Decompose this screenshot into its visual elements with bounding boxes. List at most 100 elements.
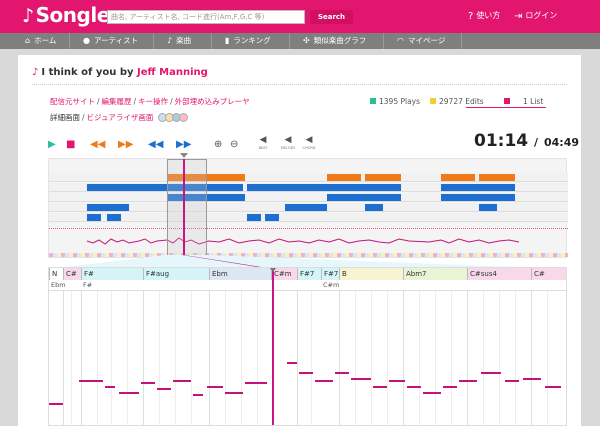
nav-songs[interactable]: ♪ 楽曲 — [160, 33, 212, 49]
melody-note[interactable] — [373, 386, 387, 388]
melody-note[interactable] — [119, 392, 139, 394]
repeat-segment[interactable] — [247, 184, 401, 191]
melody-note[interactable] — [299, 372, 313, 374]
visualizer-link[interactable]: ビジュアライザ画面 — [87, 113, 154, 122]
nav-ranking[interactable]: ▮ ランキング — [218, 33, 290, 49]
melody-note[interactable] — [459, 380, 477, 382]
melody-note[interactable] — [523, 378, 541, 380]
piano-roll[interactable]: N C# F# F#aug Ebm C#m F#7 F#7 B Abm7 C#s… — [48, 267, 567, 426]
melody-note[interactable] — [173, 380, 191, 382]
chorus-segment[interactable] — [327, 174, 361, 181]
melody-note[interactable] — [481, 372, 501, 374]
search-input[interactable] — [107, 10, 305, 24]
playhead-marker-icon[interactable] — [180, 153, 188, 158]
chord-label[interactable]: C#sus4 — [467, 268, 531, 280]
melody-note[interactable] — [389, 380, 405, 382]
beat-gridline — [387, 291, 388, 425]
zoom-in-button[interactable]: ⊕ — [214, 139, 222, 150]
search-button[interactable]: Search — [310, 10, 353, 24]
chord-sound-toggle[interactable]: ◀ CHORD — [300, 135, 318, 150]
playhead[interactable] — [272, 268, 274, 425]
nav-home[interactable]: ⌂ ホーム — [18, 33, 70, 49]
beat-sound-toggle[interactable]: ◀ BEAT — [256, 135, 270, 150]
repeat-segment[interactable] — [247, 214, 261, 221]
repeat-segment[interactable] — [479, 204, 497, 211]
chorus-segment[interactable] — [365, 174, 401, 181]
nav-artist[interactable]: ● アーティスト — [76, 33, 154, 49]
repeat-segment[interactable] — [87, 204, 129, 211]
repeat-segment[interactable] — [87, 214, 101, 221]
chord-label[interactable]: F#7 — [321, 268, 339, 280]
melody-note[interactable] — [545, 386, 561, 388]
chord-label[interactable]: C# — [63, 268, 81, 280]
melody-note[interactable] — [505, 380, 519, 382]
melody-sound-toggle[interactable]: ◀ MELODY — [278, 135, 298, 150]
prev-repeat-button[interactable]: ◀◀ — [148, 139, 163, 150]
chord-label[interactable]: Ebm — [49, 280, 66, 291]
next-chorus-button[interactable]: ▶▶ — [118, 139, 133, 150]
melody-note[interactable] — [141, 382, 155, 384]
nav-similar-graph[interactable]: ✣ 類似楽曲グラフ — [296, 33, 384, 49]
melody-note[interactable] — [193, 394, 203, 396]
zoom-out-button[interactable]: ⊖ — [230, 139, 238, 150]
repeat-segment[interactable] — [365, 204, 383, 211]
chord-label[interactable]: F#7 — [297, 268, 321, 280]
view-window-handle[interactable] — [167, 159, 207, 257]
edit-history-link[interactable]: 編集履歴 — [102, 97, 132, 106]
melody-note[interactable] — [105, 386, 115, 388]
melody-note[interactable] — [49, 403, 63, 405]
chord-label[interactable]: Ebm — [209, 268, 271, 280]
edits-stat[interactable]: 29727 Edits — [430, 97, 484, 106]
chord-label[interactable]: C#m — [321, 280, 339, 291]
artist-link[interactable]: Jeff Manning — [137, 67, 208, 78]
melody-note[interactable] — [157, 388, 171, 390]
help-link[interactable]: ? 使い方 — [468, 10, 500, 22]
repeat-segment[interactable] — [265, 214, 279, 221]
chord-label[interactable]: N — [49, 268, 63, 280]
list-stat[interactable]: 1 List — [504, 97, 543, 106]
prev-chorus-button[interactable]: ◀◀ — [90, 139, 105, 150]
beat-gridline — [127, 291, 128, 425]
stop-button[interactable]: ■ — [66, 139, 75, 150]
melody-note[interactable] — [443, 386, 457, 388]
melody-note[interactable] — [245, 382, 267, 384]
repeat-segment[interactable] — [107, 214, 121, 221]
chord-label[interactable]: F# — [81, 268, 143, 280]
chorus-segment[interactable] — [479, 174, 515, 181]
repeat-segment[interactable] — [441, 184, 515, 191]
chord-label[interactable]: F# — [81, 280, 92, 291]
repeat-segment[interactable] — [285, 204, 327, 211]
melody-note[interactable] — [225, 392, 243, 394]
login-link[interactable]: ⇥ ログイン — [514, 10, 557, 22]
melody-note[interactable] — [423, 392, 441, 394]
key-ops-link[interactable]: キー操作 — [138, 97, 168, 106]
melody-note[interactable] — [407, 386, 421, 388]
beat-gridline — [435, 291, 436, 425]
chorus-segment[interactable] — [441, 174, 475, 181]
playhead-overview[interactable] — [183, 159, 185, 257]
songle-logo[interactable]: ♪ Songle — [22, 3, 110, 27]
repeat-segment[interactable] — [327, 194, 401, 201]
source-site-link[interactable]: 配信元サイト — [50, 97, 95, 106]
melody-note[interactable] — [351, 378, 371, 380]
repeat-segment[interactable] — [441, 194, 515, 201]
chord-label[interactable]: C# — [531, 268, 566, 280]
embed-player-link[interactable]: 外部埋め込みプレーヤ — [175, 97, 250, 106]
visualizer-icons[interactable] — [157, 113, 188, 124]
melody-note[interactable] — [315, 380, 333, 382]
song-overview[interactable] — [48, 153, 568, 258]
chord-label[interactable]: Abm7 — [403, 268, 467, 280]
repeat-segment[interactable] — [87, 184, 243, 191]
melody-note[interactable] — [335, 372, 349, 374]
playhead-marker-icon[interactable] — [269, 268, 277, 272]
nav-mypage[interactable]: ◠ マイページ — [390, 33, 462, 49]
melody-note[interactable] — [79, 380, 103, 382]
beat-gridline — [339, 291, 340, 425]
play-button[interactable]: ▶ — [48, 139, 56, 150]
melody-note[interactable] — [287, 362, 297, 364]
chord-label[interactable]: B — [339, 268, 403, 280]
chord-label[interactable]: F#aug — [143, 268, 209, 280]
next-repeat-button[interactable]: ▶▶ — [176, 139, 191, 150]
main-panel: ♪ I think of you by Jeff Manning 配信元サイト / 編… — [18, 55, 581, 426]
melody-note[interactable] — [207, 386, 223, 388]
